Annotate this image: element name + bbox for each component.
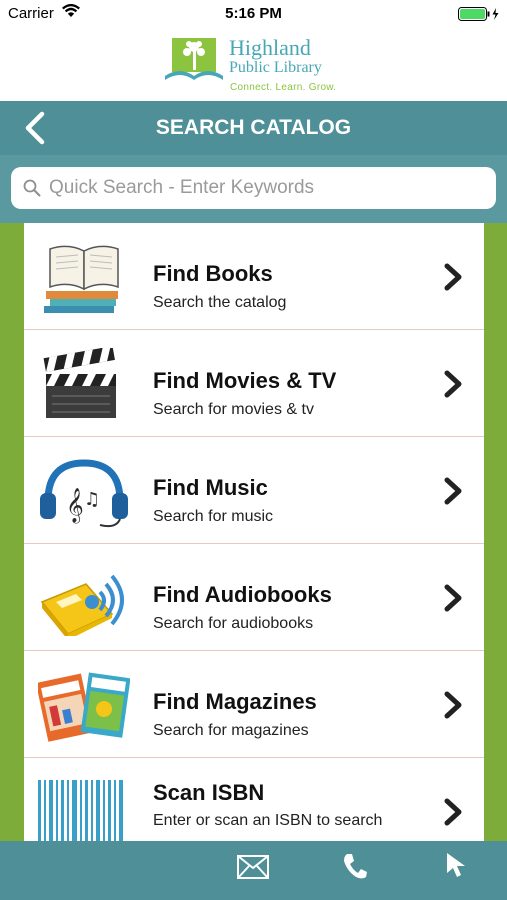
find-audiobooks-item[interactable]: Find Audiobooks Search for audiobooks (24, 544, 484, 651)
library-logo-header: Highland Public Library Connect. Learn. … (0, 26, 507, 101)
item-title: Find Audiobooks (153, 582, 332, 607)
svg-text:♫: ♫ (84, 489, 100, 510)
nav-bar: SEARCH CATALOG (0, 101, 507, 155)
books-icon (38, 241, 130, 315)
item-title: Find Books (153, 261, 273, 286)
find-magazines-item[interactable]: Find Magazines Search for magazines (24, 651, 484, 758)
scan-isbn-item[interactable]: Scan ISBN Enter or scan an ISBN to searc… (24, 758, 484, 841)
item-subtitle: Search for music (153, 508, 274, 525)
item-title: Find Music (153, 475, 268, 500)
logo-name: Highland (229, 35, 311, 60)
chevron-right-icon (442, 477, 464, 510)
find-books-item[interactable]: Find Books Search the catalog (24, 223, 484, 330)
clock: 5:16 PM (225, 5, 282, 22)
find-music-item[interactable]: 𝄞 ♫ Find Music Search for music (24, 437, 484, 544)
chevron-right-icon (442, 691, 464, 724)
item-subtitle: Search for magazines (153, 722, 309, 739)
battery-icon (458, 7, 502, 26)
find-movies-tv-item[interactable]: Find Movies & TV Search for movies & tv (24, 330, 484, 437)
item-title: Find Movies & TV (153, 368, 337, 393)
chevron-right-icon (442, 584, 464, 617)
search-options-list: Find Books Search the catalog Find Movie… (24, 223, 484, 841)
status-bar: Carrier 5:16 PM (0, 0, 507, 26)
search-icon (23, 179, 41, 202)
library-logo-icon (165, 36, 223, 89)
search-bar-area (0, 155, 507, 223)
logo-tagline: Connect. Learn. Grow. (230, 82, 337, 93)
page-title: SEARCH CATALOG (155, 116, 352, 139)
search-box[interactable] (11, 167, 496, 209)
item-subtitle: Search the catalog (153, 294, 287, 311)
phone-icon[interactable] (342, 852, 368, 885)
item-subtitle: Search for audiobooks (153, 615, 314, 632)
search-input[interactable] (49, 171, 479, 205)
item-subtitle: Enter or scan an ISBN to search (153, 812, 383, 829)
item-title: Scan ISBN (153, 780, 265, 805)
audiobook-icon (38, 562, 130, 640)
mail-icon[interactable] (237, 855, 269, 884)
cursor-icon[interactable] (445, 851, 469, 884)
clapperboard-icon (38, 346, 130, 422)
headphones-icon: 𝄞 ♫ (38, 455, 130, 529)
chevron-right-icon (442, 798, 464, 831)
chevron-right-icon (442, 370, 464, 403)
chevron-right-icon (442, 263, 464, 296)
barcode-icon (38, 780, 130, 841)
magazines-icon (35, 669, 131, 743)
svg-text:𝄞: 𝄞 (66, 488, 84, 524)
logo-subname: Public Library (229, 59, 322, 76)
item-title: Find Magazines (153, 689, 317, 714)
bottom-toolbar (0, 841, 507, 900)
item-subtitle: Search for movies & tv (153, 401, 314, 418)
